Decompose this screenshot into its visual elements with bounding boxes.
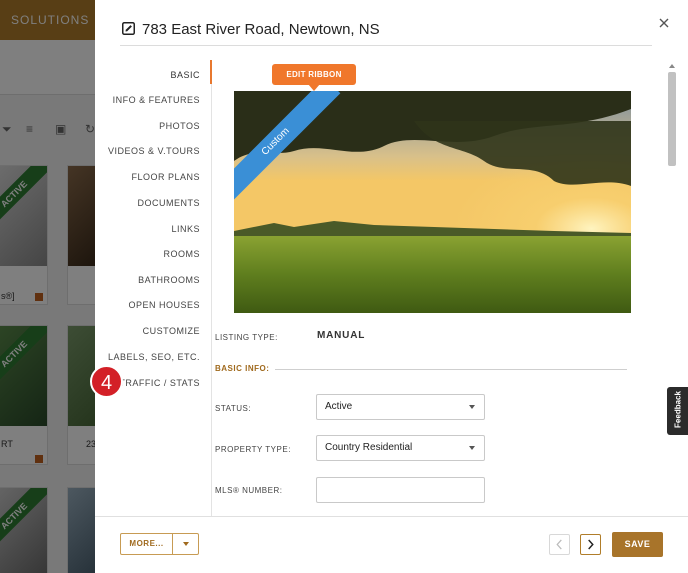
- nav-item-bathrooms[interactable]: BATHROOMS: [138, 275, 200, 285]
- next-listing-button[interactable]: [580, 534, 601, 555]
- edit-icon: [122, 22, 135, 35]
- nav-item-labels-seo[interactable]: LABELS, SEO, ETC.: [108, 352, 200, 362]
- status-select[interactable]: Active: [316, 394, 485, 420]
- modal-title: 783 East River Road, Newtown, NS: [142, 21, 380, 38]
- edit-ribbon-button[interactable]: EDIT RIBBON: [272, 64, 356, 85]
- modal-header: 783 East River Road, Newtown, NS: [120, 0, 652, 46]
- more-dropdown-button[interactable]: [172, 533, 199, 555]
- listing-type-label: LISTING TYPE:: [215, 333, 278, 342]
- section-divider: [275, 369, 627, 370]
- chevron-down-icon: [469, 446, 475, 450]
- listing-type-value: MANUAL: [317, 330, 366, 341]
- basic-info-heading: BASIC INFO:: [215, 364, 270, 373]
- property-type-select-value: Country Residential: [325, 442, 413, 453]
- property-type-label: PROPERTY TYPE:: [215, 445, 291, 454]
- listing-photo: Custom: [234, 91, 631, 313]
- property-type-select[interactable]: Country Residential: [316, 435, 485, 461]
- content-panel: Custom EDIT RIBBON LISTING TYPE: MANUAL …: [212, 60, 657, 516]
- step-badge: 4: [90, 365, 123, 398]
- nav-item-documents[interactable]: DOCUMENTS: [138, 198, 201, 208]
- edit-ribbon-pointer: [308, 84, 320, 91]
- nav-item-rooms[interactable]: ROOMS: [163, 249, 200, 259]
- nav-item-info-features[interactable]: INFO & FEATURES: [113, 95, 200, 105]
- nav-item-open-houses[interactable]: OPEN HOUSES: [128, 300, 200, 310]
- scrollbar-thumb[interactable]: [668, 72, 676, 166]
- chevron-right-icon: [588, 539, 594, 550]
- nav-item-floor-plans[interactable]: FLOOR PLANS: [131, 172, 200, 182]
- chevron-down-icon: [183, 542, 189, 546]
- close-icon[interactable]: [657, 16, 671, 30]
- mls-number-label: MLS® NUMBER:: [215, 486, 283, 495]
- nav-item-links[interactable]: LINKS: [171, 224, 200, 234]
- scroll-up-arrow[interactable]: [669, 64, 675, 68]
- chevron-left-icon: [556, 539, 562, 550]
- nav-item-photos[interactable]: PHOTOS: [159, 121, 200, 131]
- modal-footer: MORE... SAVE: [95, 516, 688, 573]
- status-select-value: Active: [325, 401, 353, 412]
- nav-item-basic[interactable]: BASIC: [170, 70, 200, 80]
- feedback-tab[interactable]: Feedback: [667, 387, 688, 435]
- feedback-label: Feedback: [673, 391, 683, 428]
- edit-listing-modal: 783 East River Road, Newtown, NS BASIC I…: [95, 0, 688, 573]
- more-button[interactable]: MORE...: [120, 533, 173, 555]
- chevron-down-icon: [469, 405, 475, 409]
- status-label: STATUS:: [215, 404, 252, 413]
- nav-item-customize[interactable]: CUSTOMIZE: [143, 326, 200, 336]
- nav-item-traffic-stats[interactable]: TRAFFIC / STATS: [119, 378, 200, 388]
- nav-item-videos-tours[interactable]: VIDEOS & V.TOURS: [108, 146, 200, 156]
- mls-number-input[interactable]: [316, 477, 485, 503]
- save-button[interactable]: SAVE: [612, 532, 663, 557]
- previous-listing-button[interactable]: [549, 534, 570, 555]
